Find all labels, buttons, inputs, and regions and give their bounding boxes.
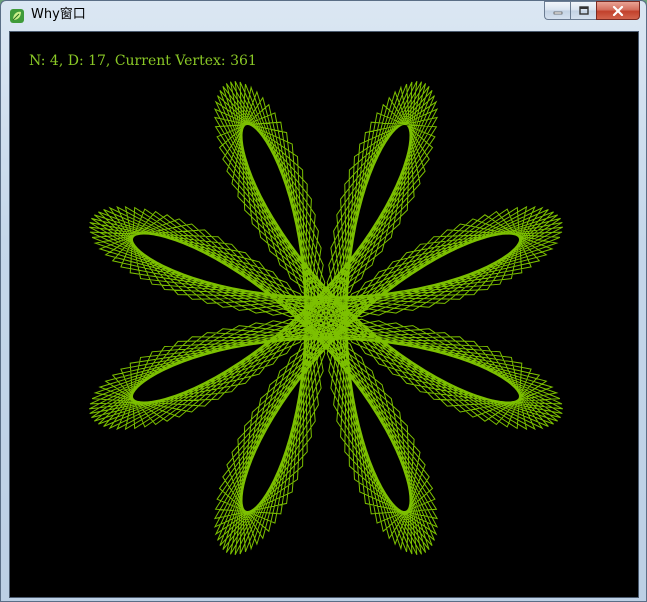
rose-polyline	[88, 80, 564, 556]
maximize-button[interactable]	[570, 1, 596, 20]
title-bar[interactable]: Why窗口	[1, 1, 646, 30]
maurer-rose-pattern	[88, 80, 564, 556]
maximize-icon	[578, 6, 589, 15]
window-title: Why窗口	[31, 7, 86, 22]
app-window: Why窗口 N: 4, D: 17, Current Vertex: 361	[0, 0, 647, 602]
minimize-button[interactable]	[544, 1, 570, 20]
minimize-icon	[553, 11, 562, 14]
drawing-canvas[interactable]: N: 4, D: 17, Current Vertex: 361	[9, 31, 639, 598]
close-icon	[612, 5, 624, 16]
leaf-icon	[9, 8, 25, 24]
status-readout: N: 4, D: 17, Current Vertex: 361	[29, 53, 257, 69]
caption-buttons	[544, 1, 640, 20]
close-button[interactable]	[596, 1, 640, 20]
